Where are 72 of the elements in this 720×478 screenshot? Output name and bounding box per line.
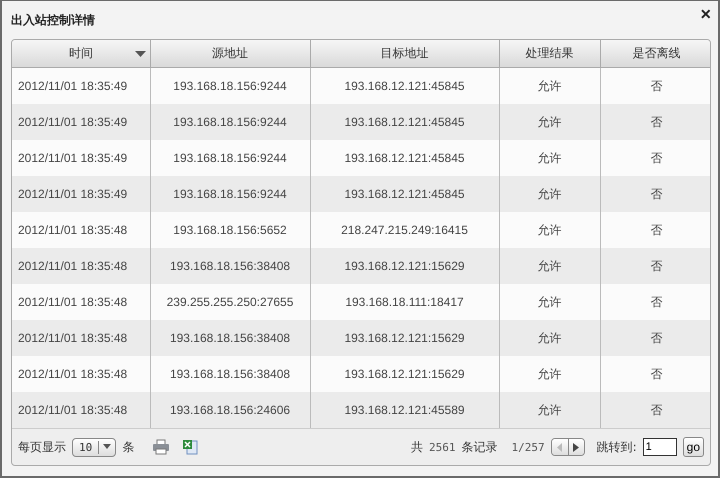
table-cell: 193.168.12.121:15629 <box>310 356 499 392</box>
column-header[interactable]: 源地址 <box>150 40 310 68</box>
column-header[interactable]: 处理结果 <box>499 40 600 68</box>
column-header[interactable]: 目标地址 <box>310 40 499 68</box>
go-button[interactable]: go <box>682 437 704 457</box>
table-cell: 否 <box>600 68 710 104</box>
table-cell: 否 <box>600 212 710 248</box>
total-prefix: 共 <box>410 438 423 456</box>
total-suffix: 条记录 <box>461 438 498 456</box>
table-cell: 193.168.18.156:9244 <box>150 176 310 212</box>
table-cell: 允许 <box>499 212 600 248</box>
table-cell: 2012/11/01 18:35:49 <box>12 68 150 104</box>
left-arrow-icon <box>556 442 563 452</box>
table-cell: 193.168.18.156:9244 <box>150 68 310 104</box>
close-button[interactable]: × <box>700 4 711 24</box>
page-size-label: 每页显示 <box>18 438 66 456</box>
jump-label: 跳转到: <box>596 438 637 456</box>
spreadsheet-icon[interactable] <box>182 439 198 455</box>
table-cell: 否 <box>600 140 710 176</box>
table-cell: 2012/11/01 18:35:49 <box>12 176 150 212</box>
table-cell: 允许 <box>499 140 600 176</box>
table-cell: 2012/11/01 18:35:49 <box>12 104 150 140</box>
table-cell: 允许 <box>499 104 600 140</box>
table-cell: 允许 <box>499 284 600 320</box>
table-cell: 2012/11/01 18:35:48 <box>12 320 150 356</box>
table-cell: 239.255.255.250:27655 <box>150 284 310 320</box>
table-cell: 2012/11/01 18:35:48 <box>12 284 150 320</box>
table-cell: 允许 <box>499 248 600 284</box>
table-cell: 193.168.12.121:45589 <box>310 392 499 428</box>
table-cell: 2012/11/01 18:35:48 <box>12 212 150 248</box>
table-cell: 否 <box>600 284 710 320</box>
page-input[interactable]: 1 <box>642 438 677 456</box>
table-cell: 193.168.18.156:38408 <box>150 248 310 284</box>
window-title: 出入站控制详情 <box>11 12 96 28</box>
table-cell: 193.168.12.121:45845 <box>310 176 499 212</box>
table-cell: 193.168.12.121:15629 <box>310 320 499 356</box>
table-cell: 否 <box>600 248 710 284</box>
table-cell: 218.247.215.249:16415 <box>310 212 499 248</box>
table-cell: 允许 <box>499 320 600 356</box>
table-cell: 193.168.18.156:38408 <box>150 356 310 392</box>
column-header[interactable]: 是否离线 <box>600 40 710 68</box>
table-cell: 允许 <box>499 356 600 392</box>
page-size-unit: 条 <box>122 438 134 456</box>
table-cell: 2012/11/01 18:35:48 <box>12 248 150 284</box>
total-count: 2561 <box>428 440 456 454</box>
right-arrow-icon <box>573 442 580 452</box>
table-cell: 193.168.18.156:5652 <box>150 212 310 248</box>
next-page-button[interactable] <box>568 439 584 455</box>
table-cell: 193.168.12.121:45845 <box>310 140 499 176</box>
table-cell: 否 <box>600 392 710 428</box>
table-cell: 允许 <box>499 176 600 212</box>
table-cell: 193.168.18.156:24606 <box>150 392 310 428</box>
table-cell: 允许 <box>499 392 600 428</box>
table-cell: 193.168.18.156:38408 <box>150 320 310 356</box>
table-cell: 2012/11/01 18:35:49 <box>12 140 150 176</box>
printer-icon[interactable] <box>152 439 170 455</box>
table-cell: 否 <box>600 320 710 356</box>
table-cell: 否 <box>600 104 710 140</box>
table-cell: 2012/11/01 18:35:48 <box>12 392 150 428</box>
table-cell: 193.168.18.111:18417 <box>310 284 499 320</box>
table-cell: 193.168.12.121:45845 <box>310 68 499 104</box>
column-header[interactable]: 时间 <box>12 40 150 68</box>
page-size-select[interactable]: 10 <box>72 438 116 456</box>
table-cell: 193.168.12.121:45845 <box>310 104 499 140</box>
table-cell: 2012/11/01 18:35:48 <box>12 356 150 392</box>
table-cell: 193.168.18.156:9244 <box>150 140 310 176</box>
table-cell: 否 <box>600 176 710 212</box>
page-indicator: 1/257 <box>511 440 545 454</box>
table-cell: 193.168.18.156:9244 <box>150 104 310 140</box>
table-cell: 否 <box>600 356 710 392</box>
table-cell: 193.168.12.121:15629 <box>310 248 499 284</box>
table-cell: 允许 <box>499 68 600 104</box>
